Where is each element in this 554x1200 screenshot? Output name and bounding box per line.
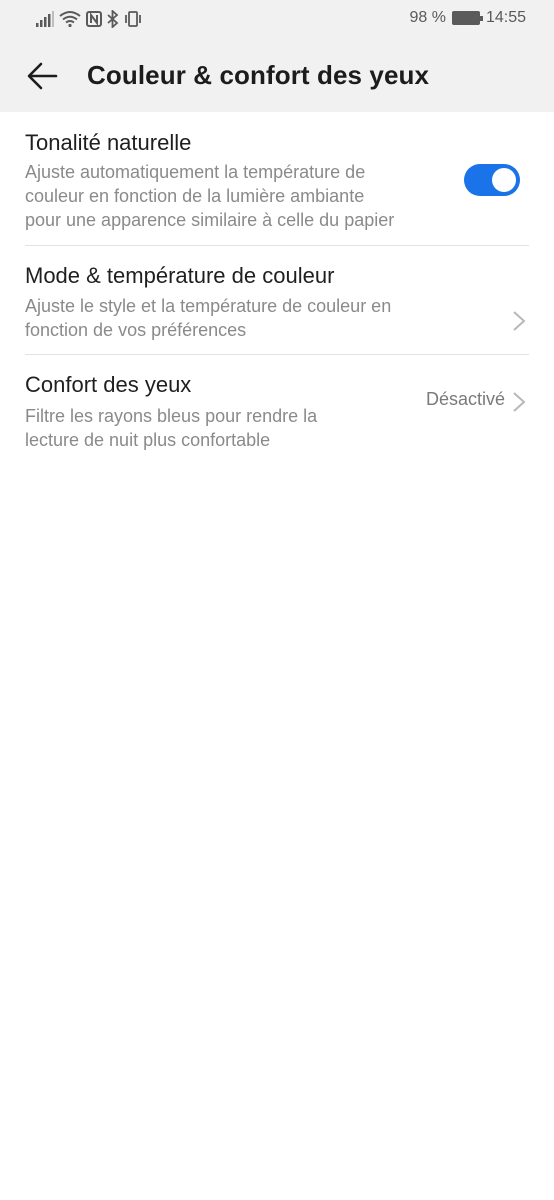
setting-title: Mode & température de couleur — [25, 263, 335, 288]
settings-list: Tonalité naturelle Ajuste automatiquemen… — [0, 112, 554, 465]
vibrate-icon — [125, 11, 141, 27]
bluetooth-icon — [107, 10, 119, 28]
app-bar: Couleur & confort des yeux — [0, 40, 554, 112]
page-title: Couleur & confort des yeux — [87, 60, 430, 90]
signal-icon — [36, 11, 54, 27]
natural-tone-toggle[interactable] — [464, 164, 520, 196]
arrow-left-icon — [27, 62, 58, 90]
setting-title: Confort des yeux — [25, 372, 192, 397]
back-button[interactable] — [22, 58, 62, 94]
status-icons-right: 98 % 14:55 — [409, 9, 526, 27]
setting-title: Tonalité naturelle — [25, 130, 192, 155]
natural-tone-row[interactable]: Tonalité naturelle Ajuste automatiquemen… — [0, 112, 554, 246]
clock: 14:55 — [485, 9, 526, 26]
eye-comfort-status: Désactivé — [425, 389, 505, 409]
battery-icon — [451, 11, 483, 25]
eye-comfort-row[interactable]: Confort des yeux Filtre les rayons bleus… — [0, 355, 554, 465]
chevron-right-icon — [513, 311, 526, 331]
color-mode-row[interactable]: Mode & température de couleur Ajuste le … — [0, 246, 554, 355]
wifi-icon — [59, 11, 81, 28]
battery-percent: 98 % — [409, 9, 446, 26]
nfc-icon — [86, 11, 102, 27]
toggle-knob — [492, 168, 516, 192]
status-icons-left — [36, 10, 142, 28]
setting-description: Ajuste le style et la température de cou… — [25, 296, 392, 340]
chevron-right-icon — [513, 392, 526, 412]
setting-description: Filtre les rayons bleus pour rendre la l… — [25, 406, 318, 450]
status-bar: 98 % 14:55 — [0, 0, 554, 40]
setting-description: Ajuste automatiquement la température de… — [25, 162, 395, 230]
